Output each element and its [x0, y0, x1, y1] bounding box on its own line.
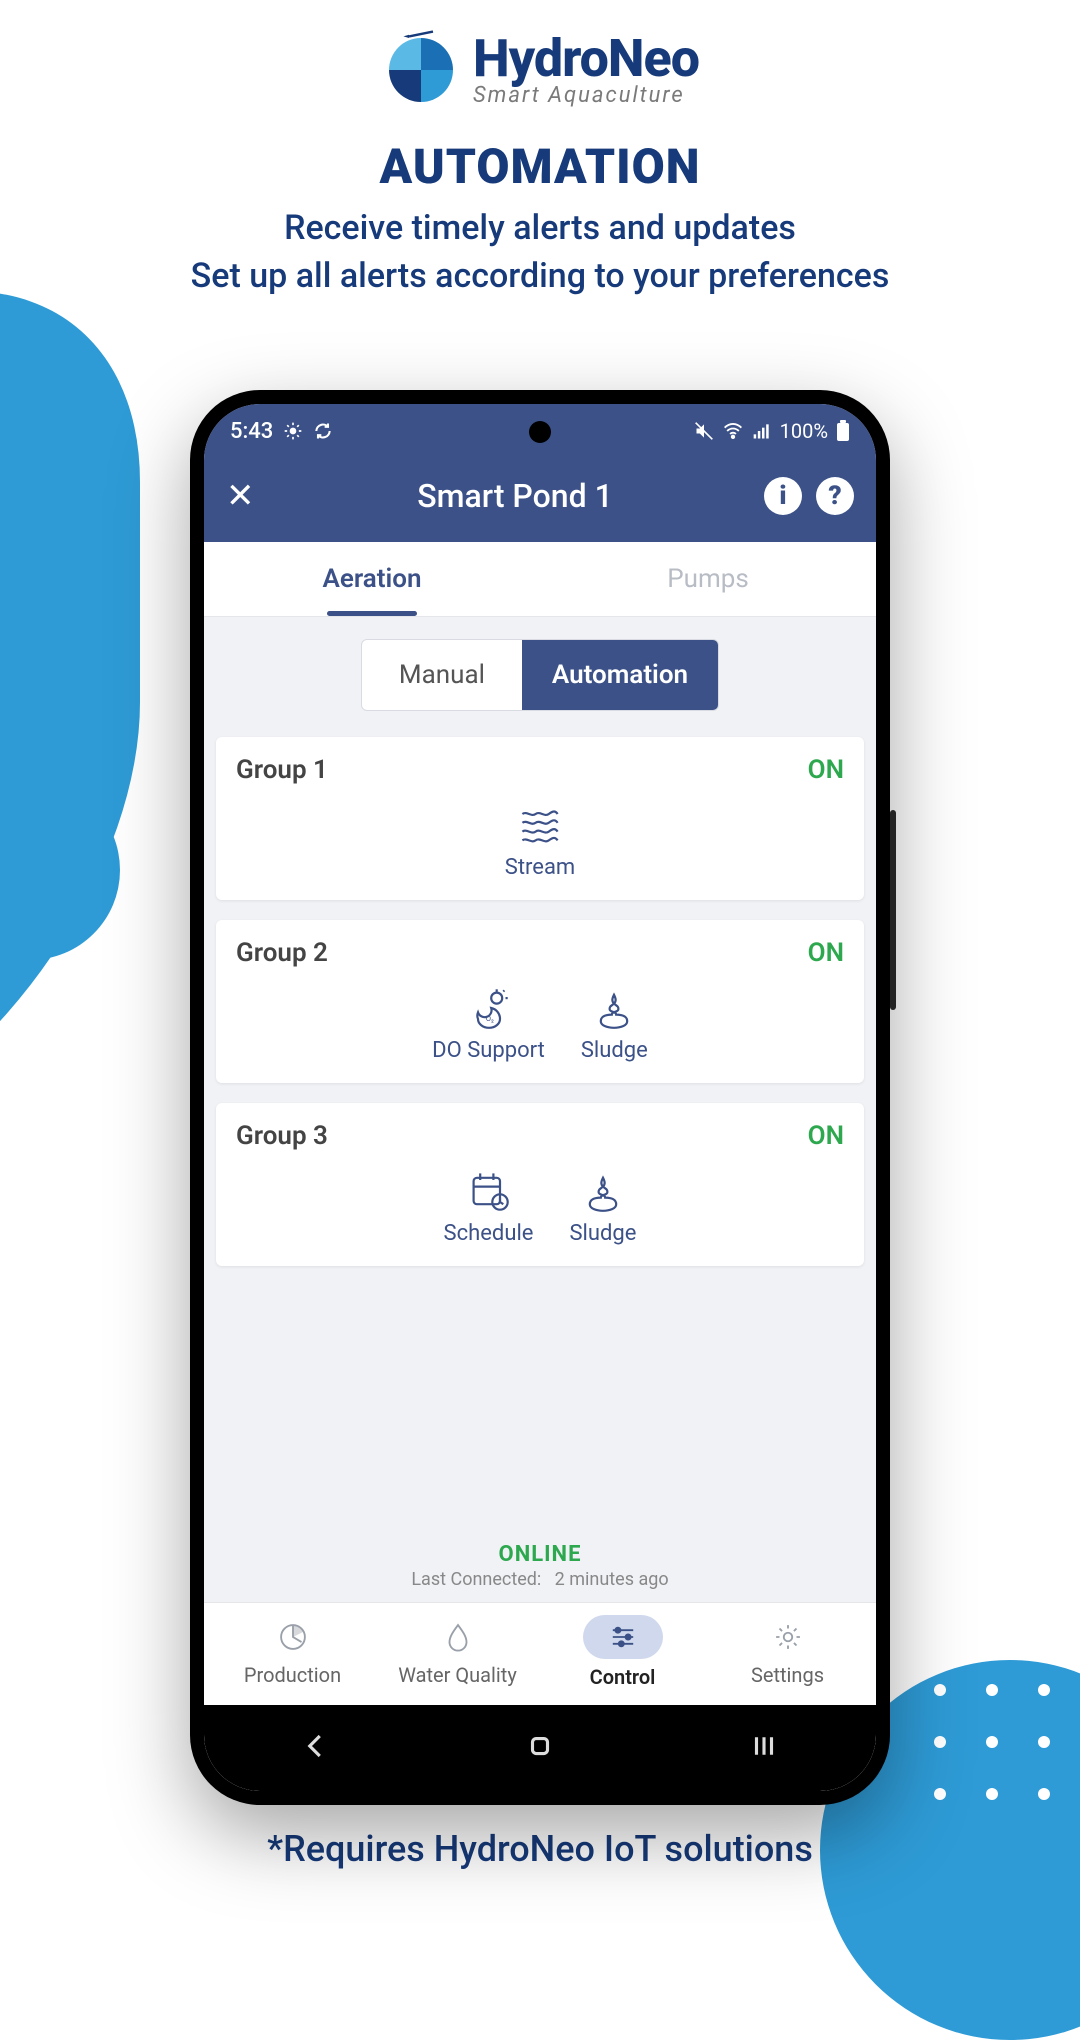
back-button[interactable]: [301, 1731, 331, 1765]
nav-label: Control: [590, 1665, 656, 1689]
nav-label: Production: [244, 1663, 341, 1687]
phone-frame: 5:43 100%: [190, 390, 890, 1805]
schedule-icon: [467, 1169, 511, 1213]
svg-text:O₂: O₂: [485, 1014, 493, 1023]
signal-icon: [752, 421, 772, 441]
group-state: ON: [808, 938, 844, 968]
group-state: ON: [808, 755, 844, 785]
sync-icon: [313, 421, 333, 441]
android-navbar: [204, 1705, 876, 1791]
group-name: Group 2: [236, 938, 328, 968]
group-card[interactable]: Group 3 ON Schedule Sludge: [216, 1103, 864, 1266]
help-icon[interactable]: ?: [816, 477, 854, 515]
close-icon[interactable]: ✕: [226, 476, 266, 516]
nav-water-quality[interactable]: Water Quality: [375, 1617, 540, 1687]
feature-label: Sludge: [569, 1221, 636, 1246]
camera-hole: [529, 421, 551, 443]
decorative-dots: [934, 1684, 1050, 1800]
promo-title: AUTOMATION: [0, 138, 1080, 195]
connection-status: ONLINE Last Connected: 2 minutes ago: [204, 1532, 876, 1602]
feature-do-support[interactable]: O₂ DO Support: [432, 986, 545, 1063]
do-support-icon: O₂: [467, 986, 511, 1030]
content-area[interactable]: Manual Automation Group 1 ON Stream: [204, 617, 876, 1532]
info-icon[interactable]: i: [764, 477, 802, 515]
tabs: Aeration Pumps: [204, 542, 876, 617]
group-state: ON: [808, 1121, 844, 1151]
drop-icon: [438, 1617, 478, 1657]
gear-icon: [768, 1617, 808, 1657]
group-card[interactable]: Group 2 ON O₂ DO Support Sludge: [216, 920, 864, 1083]
app-header: ✕ Smart Pond 1 i ?: [204, 458, 876, 542]
mode-manual[interactable]: Manual: [362, 640, 522, 710]
status-time: 5:43: [230, 419, 273, 444]
sliders-icon: [583, 1615, 663, 1659]
group-name: Group 3: [236, 1121, 328, 1151]
page-title: Smart Pond 1: [280, 477, 750, 515]
nav-label: Water Quality: [398, 1663, 517, 1687]
tab-pumps[interactable]: Pumps: [540, 542, 876, 616]
background-shape: [0, 182, 140, 1198]
feature-label: Stream: [505, 855, 575, 880]
stream-icon: [518, 803, 562, 847]
brand-name: HydroNeo: [473, 33, 699, 85]
last-connected-value: 2 minutes ago: [555, 1569, 669, 1590]
promo-subtitle: Receive timely alerts and updates Set up…: [0, 205, 1080, 300]
mode-toggle: Manual Automation: [361, 639, 719, 711]
brand-logo: HydroNeo Smart Aquaculture: [0, 30, 1080, 110]
promo-footnote: *Requires HydroNeo IoT solutions: [0, 1828, 1080, 1870]
online-label: ONLINE: [204, 1542, 876, 1567]
nav-control[interactable]: Control: [540, 1615, 705, 1689]
battery-icon: [836, 420, 850, 442]
feature-label: DO Support: [432, 1038, 545, 1063]
last-connected-label: Last Connected:: [411, 1569, 541, 1590]
feature-label: Sludge: [581, 1038, 648, 1063]
bottom-nav: Production Water Quality Control Setting…: [204, 1602, 876, 1705]
group-card[interactable]: Group 1 ON Stream: [216, 737, 864, 900]
feature-sludge[interactable]: Sludge: [581, 986, 648, 1063]
sun-icon: [283, 421, 303, 441]
feature-label: Schedule: [444, 1221, 534, 1246]
sludge-icon: [581, 1169, 625, 1213]
feature-stream[interactable]: Stream: [505, 803, 575, 880]
tab-aeration[interactable]: Aeration: [204, 542, 540, 616]
mode-automation[interactable]: Automation: [522, 640, 718, 710]
group-name: Group 1: [236, 755, 328, 785]
nav-production[interactable]: Production: [210, 1617, 375, 1687]
production-icon: [273, 1617, 313, 1657]
sludge-icon: [592, 986, 636, 1030]
nav-label: Settings: [751, 1663, 824, 1687]
nav-settings[interactable]: Settings: [705, 1617, 870, 1687]
wifi-icon: [722, 421, 744, 441]
feature-sludge[interactable]: Sludge: [569, 1169, 636, 1246]
recents-button[interactable]: [749, 1731, 779, 1765]
mute-icon: [694, 421, 714, 441]
battery-percent: 100%: [780, 419, 828, 443]
home-button[interactable]: [525, 1731, 555, 1765]
logo-mark-icon: [381, 30, 461, 110]
brand-tagline: Smart Aquaculture: [473, 85, 699, 107]
feature-schedule[interactable]: Schedule: [444, 1169, 534, 1246]
